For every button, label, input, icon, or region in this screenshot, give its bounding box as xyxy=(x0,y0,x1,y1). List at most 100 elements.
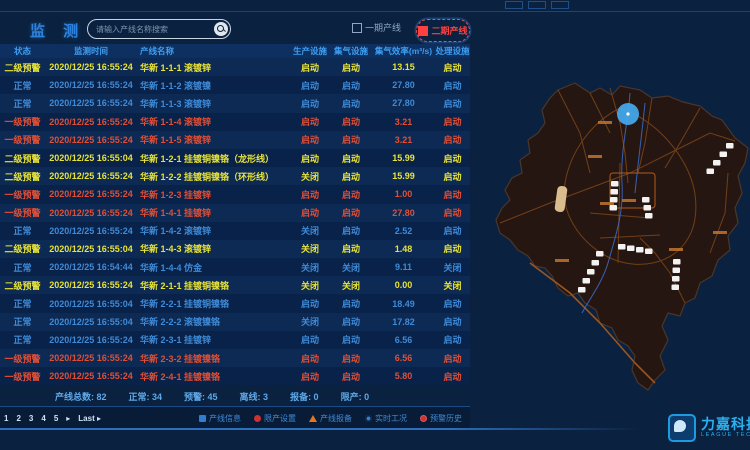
summary-限产: 限产: 0 xyxy=(341,390,370,403)
table-row[interactable]: 正常2020/12/25 16:54:44华新 1-4-4 仿金关闭关闭9.11… xyxy=(0,258,470,276)
site-label[interactable] xyxy=(720,152,728,158)
phase1-checkbox[interactable]: 一期产线 xyxy=(352,21,401,34)
site-label[interactable] xyxy=(618,244,626,250)
table-row[interactable]: 正常2020/12/25 16:55:04华新 2-2-2 滚镀镍铬关闭启动17… xyxy=(0,313,470,331)
page-button[interactable]: Last ▸ xyxy=(78,414,101,423)
cell-time: 2020/12/25 16:55:04 xyxy=(45,153,137,163)
site-label[interactable] xyxy=(583,278,591,284)
site-label[interactable] xyxy=(611,189,619,195)
site-label[interactable] xyxy=(578,287,586,293)
cell-gas: 关闭 xyxy=(330,261,372,274)
district-map[interactable] xyxy=(470,13,750,450)
table-row[interactable]: 正常2020/12/25 16:55:04华新 2-2-1 挂镀铜镍铬启动启动1… xyxy=(0,294,470,312)
phase1-label: 一期产线 xyxy=(365,21,401,34)
search-input[interactable] xyxy=(88,25,214,34)
legend-产线信息[interactable]: 产线信息 xyxy=(199,413,241,424)
cell-name: 华新 1-1-4 滚镀锌 xyxy=(137,115,290,128)
cell-name: 华新 1-1-3 滚镀锌 xyxy=(137,97,290,110)
site-label[interactable] xyxy=(713,160,721,166)
cell-status: 正常 xyxy=(0,224,45,237)
site-label[interactable] xyxy=(592,260,600,266)
cell-rate: 5.80 xyxy=(372,371,435,381)
summary-报备: 报备: 0 xyxy=(290,390,319,403)
checkbox-icon[interactable] xyxy=(352,23,362,33)
cell-rate: 27.80 xyxy=(372,208,435,218)
site-label[interactable] xyxy=(610,205,618,211)
cell-treat: 启动 xyxy=(435,352,470,365)
table-row[interactable]: 一级预警2020/12/25 16:55:24华新 1-1-5 滚镀锌启动启动3… xyxy=(0,131,470,149)
page-button[interactable]: 4 xyxy=(41,414,45,423)
site-label[interactable] xyxy=(596,251,604,257)
monitor-table: 状态监测时间产线名称生产设施集气设施集气效率(m³/s)处理设施 二级预警202… xyxy=(0,44,470,385)
cell-rate: 6.56 xyxy=(372,353,435,363)
legend-预警历史[interactable]: 预警历史 xyxy=(420,413,462,424)
brand-logo: 力嘉科技 LEAGUE TECH xyxy=(668,414,750,442)
legend-限产设置[interactable]: 限产设置 xyxy=(254,413,296,424)
cell-status: 一级预警 xyxy=(0,133,45,146)
page-button[interactable]: 1 xyxy=(4,414,8,423)
page-button[interactable]: ▸ xyxy=(66,414,70,423)
checkbox-checked-icon xyxy=(418,26,428,36)
cell-prod: 关闭 xyxy=(290,315,330,328)
page-button[interactable]: 5 xyxy=(54,414,58,423)
cell-status: 一级预警 xyxy=(0,188,45,201)
site-label[interactable] xyxy=(672,285,680,291)
table-row[interactable]: 正常2020/12/25 16:55:24华新 1-1-3 滚镀锌启动启动27.… xyxy=(0,94,470,112)
table-row[interactable]: 一级预警2020/12/25 16:55:24华新 2-4-1 挂镀镍铬启动启动… xyxy=(0,367,470,385)
site-label[interactable] xyxy=(673,259,681,265)
cell-rate: 1.00 xyxy=(372,189,435,199)
cell-prod: 启动 xyxy=(290,370,330,383)
gear-icon xyxy=(365,415,372,422)
search-icon[interactable] xyxy=(214,22,228,36)
page-button[interactable]: 2 xyxy=(16,414,20,423)
cell-rate: 27.80 xyxy=(372,98,435,108)
site-label[interactable] xyxy=(707,169,715,175)
site-label[interactable] xyxy=(587,269,595,275)
cell-rate: 15.99 xyxy=(372,171,435,181)
cell-time: 2020/12/25 16:55:04 xyxy=(45,299,137,309)
site-label[interactable] xyxy=(636,247,644,253)
table-row[interactable]: 一级预警2020/12/25 16:55:24华新 1-4-1 挂镀锌启动启动2… xyxy=(0,204,470,222)
table-row[interactable]: 二级预警2020/12/25 16:55:24华新 1-1-1 滚镀锌启动启动1… xyxy=(0,58,470,76)
col-header: 集气设施 xyxy=(330,45,372,57)
site-label[interactable] xyxy=(610,197,618,203)
cell-status: 一级预警 xyxy=(0,352,45,365)
site-label[interactable] xyxy=(642,197,650,203)
legend-产线报备[interactable]: 产线报备 xyxy=(309,413,352,424)
table-row[interactable]: 一级预警2020/12/25 16:55:24华新 2-3-2 挂镀镍铬启动启动… xyxy=(0,349,470,367)
site-label[interactable] xyxy=(645,213,653,219)
cell-treat: 启动 xyxy=(435,133,470,146)
site-label[interactable] xyxy=(644,205,652,211)
site-label[interactable] xyxy=(726,143,734,149)
page-button[interactable]: 3 xyxy=(29,414,33,423)
cell-time: 2020/12/25 16:55:24 xyxy=(45,117,137,127)
table-row[interactable]: 二级预警2020/12/25 16:55:24华新 2-1-1 挂镀铜镍铬关闭关… xyxy=(0,276,470,294)
cell-name: 华新 1-2-1 挂镀铜镍铬（龙形线） xyxy=(137,152,290,165)
cell-name: 华新 2-2-2 滚镀镍铬 xyxy=(137,315,290,328)
table-row[interactable]: 正常2020/12/25 16:55:24华新 1-4-2 滚镀锌关闭启动2.5… xyxy=(0,222,470,240)
table-row[interactable]: 二级预警2020/12/25 16:55:24华新 1-2-2 挂镀铜镍铬（环形… xyxy=(0,167,470,185)
site-label[interactable] xyxy=(672,276,680,282)
table-row[interactable]: 二级预警2020/12/25 16:55:04华新 1-2-1 挂镀铜镍铬（龙形… xyxy=(0,149,470,167)
table-row[interactable]: 二级预警2020/12/25 16:55:04华新 1-4-3 滚镀锌关闭启动1… xyxy=(0,240,470,258)
table-row[interactable]: 一级预警2020/12/25 16:55:24华新 1-1-4 滚镀锌启动启动3… xyxy=(0,113,470,131)
phase2-button[interactable]: 二期产线 xyxy=(416,19,470,42)
cell-prod: 启动 xyxy=(290,152,330,165)
legend-实时工况[interactable]: 实时工况 xyxy=(365,413,407,424)
cell-rate: 1.48 xyxy=(372,244,435,254)
cell-prod: 启动 xyxy=(290,97,330,110)
search-box[interactable] xyxy=(87,19,231,39)
cell-name: 华新 1-4-4 仿金 xyxy=(137,261,290,274)
summary-预警: 预警: 45 xyxy=(184,390,218,403)
site-label[interactable] xyxy=(627,246,635,252)
table-row[interactable]: 正常2020/12/25 16:55:24华新 2-3-1 挂镀锌启动启动6.5… xyxy=(0,331,470,349)
table-row[interactable]: 一级预警2020/12/25 16:55:24华新 1-2-3 挂镀锌启动启动1… xyxy=(0,185,470,203)
pagination[interactable]: 12345 ▸ Last ▸ xyxy=(0,414,101,423)
site-label[interactable] xyxy=(611,181,619,187)
cell-name: 华新 1-2-3 挂镀锌 xyxy=(137,188,290,201)
table-row[interactable]: 正常2020/12/25 16:55:24华新 1-1-2 滚镀镍启动启动27.… xyxy=(0,76,470,94)
cell-name: 华新 1-1-1 滚镀锌 xyxy=(137,61,290,74)
place-label xyxy=(555,259,569,262)
site-label[interactable] xyxy=(673,268,681,274)
site-label[interactable] xyxy=(645,249,653,255)
